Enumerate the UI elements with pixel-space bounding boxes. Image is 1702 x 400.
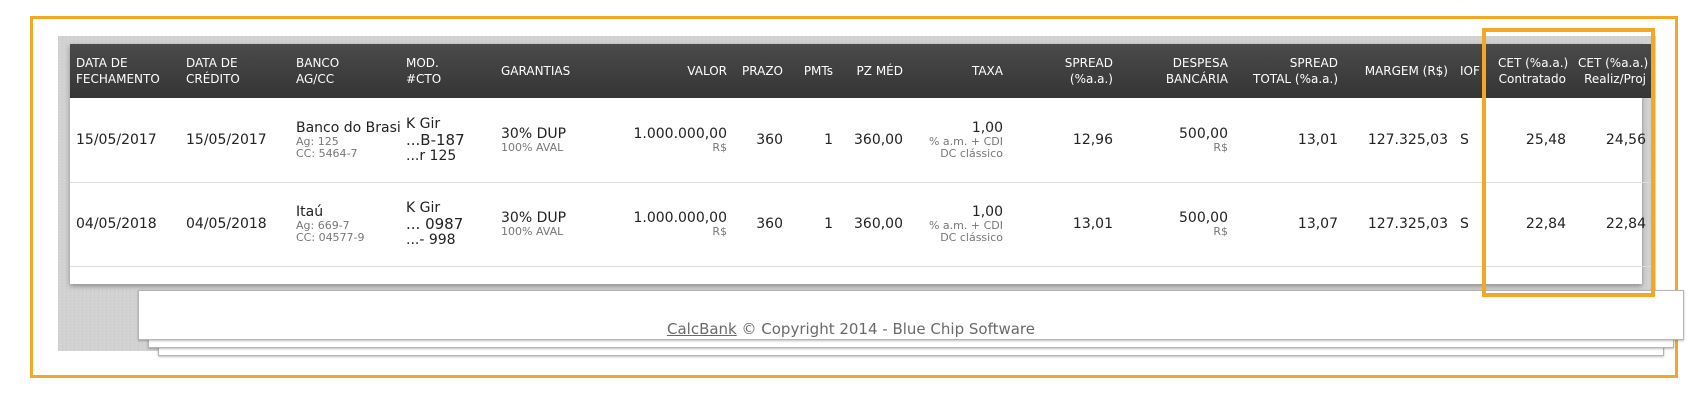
col-header-iof[interactable]: IOF <box>1454 44 1492 98</box>
cell-despesa: 500,00 R$ <box>1179 210 1228 238</box>
calcbank-link[interactable]: CalcBank <box>667 320 737 338</box>
cell-data-fechamento: 15/05/2017 <box>76 131 157 148</box>
col-header-cet-contratado[interactable]: CET (%a.a.) Contratado <box>1492 44 1572 98</box>
col-header-data-fechamento[interactable]: DATA DE FECHAMENTO <box>70 44 180 98</box>
cell-iof: S <box>1460 131 1469 148</box>
table-row[interactable]: 15/05/2017 15/05/2017 Banco do Brasil Ag:… <box>70 98 1652 182</box>
cell-despesa: 500,00 R$ <box>1179 125 1228 154</box>
col-header-mod[interactable]: MOD. #CTO <box>400 44 495 98</box>
col-header-margem[interactable]: MARGEM (R$) <box>1344 44 1454 98</box>
contract-number: ...B-187 <box>406 130 465 149</box>
table-filler-row <box>70 266 1652 284</box>
contract-mode: K Gir <box>406 115 441 132</box>
cell-cet-realiz: 22,84 <box>1605 216 1646 232</box>
cell-margem: 127.325,03 <box>1367 131 1448 148</box>
contract-number-2: ...r 125 <box>406 147 457 164</box>
bank-agency: Ag: 125 <box>296 134 339 148</box>
cell-cet-contratado: 22,84 <box>1525 216 1566 232</box>
cell-data-credito: 15/05/2017 <box>186 131 267 148</box>
cell-cet-contratado: 25,48 <box>1525 131 1566 148</box>
col-header-pmts[interactable]: PMTs <box>789 44 839 98</box>
cell-valor: 1.000.000,00 R$ <box>633 125 727 154</box>
cell-taxa: 1,00% a.m. + CDI DC clássico <box>928 204 1003 244</box>
contract-number: ... 0987 <box>406 215 464 233</box>
bank-name: Itaú <box>296 204 324 220</box>
col-header-spread[interactable]: SPREAD (%a.a.) <box>1009 44 1119 98</box>
operations-table: DATA DE FECHAMENTO DATA DE CRÉDITO BANCO AG… <box>70 44 1652 284</box>
cell-margem: 127.325,03 <box>1367 216 1448 232</box>
col-header-spread-total[interactable]: SPREAD TOTAL (%a.a.) <box>1234 44 1344 98</box>
col-header-data-credito[interactable]: DATA DE CRÉDITO <box>180 44 290 98</box>
cell-data-credito: 04/05/2018 <box>186 216 267 232</box>
cell-mod: K Gir ...B-187 ...r 125 <box>400 98 495 182</box>
cell-spread-total: 13,07 <box>1297 216 1338 232</box>
cell-prazo: 360 <box>756 216 783 232</box>
results-sheet: DATA DE FECHAMENTO DATA DE CRÉDITO BANCO AG… <box>70 44 1652 284</box>
table-row[interactable]: 04/05/2018 04/05/2018 Itaú Ag: 669-7 CC: 0… <box>70 182 1652 266</box>
contract-number-2: ...- 998 <box>406 232 456 248</box>
cell-valor: 1.000.000,00 R$ <box>633 210 727 238</box>
cell-mod: K Gir... 0987 ...- 998 <box>400 182 495 266</box>
cell-prazo: 360 <box>756 131 783 148</box>
cell-iof: S <box>1460 216 1469 232</box>
cell-spread: 12,96 <box>1072 131 1113 148</box>
cell-garantias: 30% DUP 100% AVAL <box>501 125 567 154</box>
copyright-text: © Copyright 2014 - Blue Chip Software <box>736 320 1035 338</box>
cell-garantias: 30% DUP 100% AVAL <box>501 210 567 238</box>
bank-name: Banco do Brasil <box>296 119 400 136</box>
col-header-taxa[interactable]: TAXA <box>909 44 1009 98</box>
cell-data-fechamento: 04/05/2018 <box>76 216 157 232</box>
col-header-pz-med[interactable]: PZ MÉD <box>839 44 909 98</box>
col-header-banco[interactable]: BANCO AG/CC <box>290 44 400 98</box>
contract-mode: K Gir <box>406 200 441 216</box>
bank-account: CC: 04577-9 <box>296 231 365 244</box>
cell-spread-total: 13,01 <box>1297 131 1338 148</box>
col-header-garantias[interactable]: GARANTIAS <box>495 44 595 98</box>
cell-pmts: 1 <box>824 131 833 148</box>
cell-pmts: 1 <box>824 216 833 232</box>
col-header-cet-realiz[interactable]: CET (%a.a.) Realiz/Proj <box>1572 44 1652 98</box>
col-header-valor[interactable]: VALOR <box>595 44 733 98</box>
footer: CalcBank © Copyright 2014 - Blue Chip So… <box>0 320 1702 338</box>
cell-banco: Itaú Ag: 669-7 CC: 04577-9 <box>290 182 400 266</box>
cell-taxa: 1,00% a.m. + CDI DC clássico <box>928 119 1003 160</box>
col-header-despesa[interactable]: DESPESA BANCÁRIA <box>1119 44 1234 98</box>
cell-cet-realiz: 24,56 <box>1605 131 1646 148</box>
cell-pz-med: 360,00 <box>854 216 903 232</box>
cell-banco: Banco do Brasil Ag: 125 CC: 5464-7 <box>290 98 400 182</box>
cell-pz-med: 360,00 <box>854 131 903 148</box>
table-header-row: DATA DE FECHAMENTO DATA DE CRÉDITO BANCO AG… <box>70 44 1652 98</box>
cell-spread: 13,01 <box>1072 216 1113 232</box>
col-header-prazo[interactable]: PRAZO <box>733 44 789 98</box>
bank-account: CC: 5464-7 <box>296 146 358 160</box>
